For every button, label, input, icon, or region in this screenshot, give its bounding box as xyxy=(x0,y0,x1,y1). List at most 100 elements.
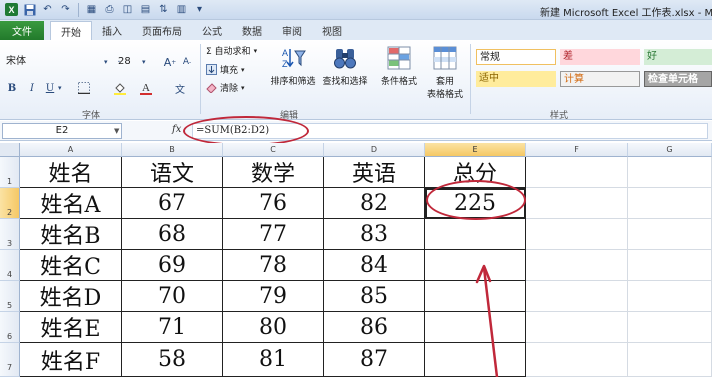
tab-review[interactable]: 审阅 xyxy=(272,21,312,40)
find-select-button[interactable]: 查找和选择 xyxy=(320,44,370,87)
cell-b6[interactable]: 71 xyxy=(122,312,223,343)
cell-c5[interactable]: 79 xyxy=(223,281,324,312)
cell-b2[interactable]: 67 xyxy=(122,188,223,219)
row-header-3[interactable]: 3 xyxy=(0,219,20,250)
tab-page-layout[interactable]: 页面布局 xyxy=(132,21,192,40)
cell-c7[interactable]: 81 xyxy=(223,343,324,377)
row-header-6[interactable]: 6 xyxy=(0,312,20,343)
cell-d1[interactable]: 英语 xyxy=(324,157,425,188)
borders-icon[interactable] xyxy=(76,80,92,96)
cell-d6[interactable]: 86 xyxy=(324,312,425,343)
cell-b1[interactable]: 语文 xyxy=(122,157,223,188)
decrease-font-icon[interactable]: A- xyxy=(180,54,194,70)
cell-d2[interactable]: 82 xyxy=(324,188,425,219)
font-size-dropdown-icon[interactable]: ▾ xyxy=(142,58,146,66)
row-header-1[interactable]: 1 xyxy=(0,157,20,188)
cell-a4[interactable]: 姓名C xyxy=(20,250,122,281)
cell-g3[interactable] xyxy=(628,219,712,250)
column-header-b[interactable]: B xyxy=(122,143,223,157)
name-box-dropdown-icon[interactable]: ▼ xyxy=(114,127,119,135)
cell-c1[interactable]: 数学 xyxy=(223,157,324,188)
fill-color-icon[interactable] xyxy=(112,80,128,96)
style-calculation[interactable]: 计算 xyxy=(560,71,640,87)
cell-e6[interactable] xyxy=(425,312,526,343)
cell-b7[interactable]: 58 xyxy=(122,343,223,377)
cell-g5[interactable] xyxy=(628,281,712,312)
tab-data[interactable]: 数据 xyxy=(232,21,272,40)
cell-c3[interactable]: 77 xyxy=(223,219,324,250)
style-normal[interactable]: 常规 xyxy=(476,49,556,65)
tab-file[interactable]: 文件 xyxy=(0,21,44,40)
tab-formulas[interactable]: 公式 xyxy=(192,21,232,40)
redo-icon[interactable]: ↷ xyxy=(58,2,73,17)
underline-dropdown-icon[interactable]: ▾ xyxy=(58,84,62,92)
underline-button[interactable]: U xyxy=(44,80,56,96)
cell-d3[interactable]: 83 xyxy=(324,219,425,250)
cell-a2[interactable]: 姓名A xyxy=(20,188,122,219)
cell-g1[interactable] xyxy=(628,157,712,188)
print-icon[interactable]: ⎙ xyxy=(102,2,117,17)
sort-filter-button[interactable]: AZ 排序和筛选 xyxy=(268,44,318,87)
fill-dropdown-icon[interactable]: ▾ xyxy=(241,66,245,74)
name-box[interactable]: E2 xyxy=(2,123,122,139)
phonetic-icon[interactable]: 文 xyxy=(172,80,188,96)
cell-a1[interactable]: 姓名 xyxy=(20,157,122,188)
fx-icon[interactable]: fx xyxy=(172,124,181,135)
cell-e7[interactable] xyxy=(425,343,526,377)
font-color-icon[interactable]: A xyxy=(138,80,154,96)
column-header-a[interactable]: A xyxy=(20,143,122,157)
cell-g7[interactable] xyxy=(628,343,712,377)
fill-button[interactable]: 填充 ▾ xyxy=(206,63,245,76)
column-header-f[interactable]: F xyxy=(526,143,628,157)
clear-dropdown-icon[interactable]: ▾ xyxy=(241,84,245,92)
cell-f1[interactable] xyxy=(526,157,628,188)
cell-a6[interactable]: 姓名E xyxy=(20,312,122,343)
excel-logo-icon[interactable]: X xyxy=(4,2,19,17)
cell-e4[interactable] xyxy=(425,250,526,281)
cell-g2[interactable] xyxy=(628,188,712,219)
cell-f2[interactable] xyxy=(526,188,628,219)
row-header-7[interactable]: 7 xyxy=(0,343,20,377)
cell-g6[interactable] xyxy=(628,312,712,343)
cell-f7[interactable] xyxy=(526,343,628,377)
autosum-button[interactable]: Σ 自动求和 ▾ xyxy=(206,44,258,58)
more-icon[interactable]: ▾ xyxy=(192,2,207,17)
font-name-select[interactable]: 宋体 xyxy=(4,54,114,70)
row-header-2[interactable]: 2 xyxy=(0,188,20,219)
cell-c6[interactable]: 80 xyxy=(223,312,324,343)
cell-d5[interactable]: 85 xyxy=(324,281,425,312)
style-good[interactable]: 好 xyxy=(644,49,712,65)
cell-f4[interactable] xyxy=(526,250,628,281)
save-icon[interactable] xyxy=(22,2,37,17)
column-header-e[interactable]: E xyxy=(425,143,526,157)
increase-font-icon[interactable]: A + xyxy=(163,54,177,70)
font-size-select[interactable]: 28 xyxy=(118,54,158,70)
autosum-dropdown-icon[interactable]: ▾ xyxy=(254,47,258,55)
cell-a3[interactable]: 姓名B xyxy=(20,219,122,250)
tab-insert[interactable]: 插入 xyxy=(92,21,132,40)
cell-b5[interactable]: 70 xyxy=(122,281,223,312)
cell-c4[interactable]: 78 xyxy=(223,250,324,281)
format-painter-icon[interactable]: ▦ xyxy=(84,2,99,17)
row-header-4[interactable]: 4 xyxy=(0,250,20,281)
row-header-5[interactable]: 5 xyxy=(0,281,20,312)
tab-home[interactable]: 开始 xyxy=(50,21,92,40)
cell-c2[interactable]: 76 xyxy=(223,188,324,219)
cell-d4[interactable]: 84 xyxy=(324,250,425,281)
cell-e5[interactable] xyxy=(425,281,526,312)
table-format-button[interactable]: 套用 表格格式 xyxy=(420,44,470,100)
font-name-dropdown-icon[interactable]: ▾ xyxy=(104,58,108,66)
chart-icon[interactable]: ▥ xyxy=(174,2,189,17)
tab-view[interactable]: 视图 xyxy=(312,21,352,40)
cell-f3[interactable] xyxy=(526,219,628,250)
sort-icon[interactable]: ⇅ xyxy=(156,2,171,17)
cell-b3[interactable]: 68 xyxy=(122,219,223,250)
cell-d7[interactable]: 87 xyxy=(324,343,425,377)
cell-a7[interactable]: 姓名F xyxy=(20,343,122,377)
preview-icon[interactable]: ◫ xyxy=(120,2,135,17)
cell-a5[interactable]: 姓名D xyxy=(20,281,122,312)
conditional-format-button[interactable]: 条件格式 xyxy=(374,44,424,87)
cell-b4[interactable]: 69 xyxy=(122,250,223,281)
bold-button[interactable]: B xyxy=(6,80,18,96)
cell-e3[interactable] xyxy=(425,219,526,250)
